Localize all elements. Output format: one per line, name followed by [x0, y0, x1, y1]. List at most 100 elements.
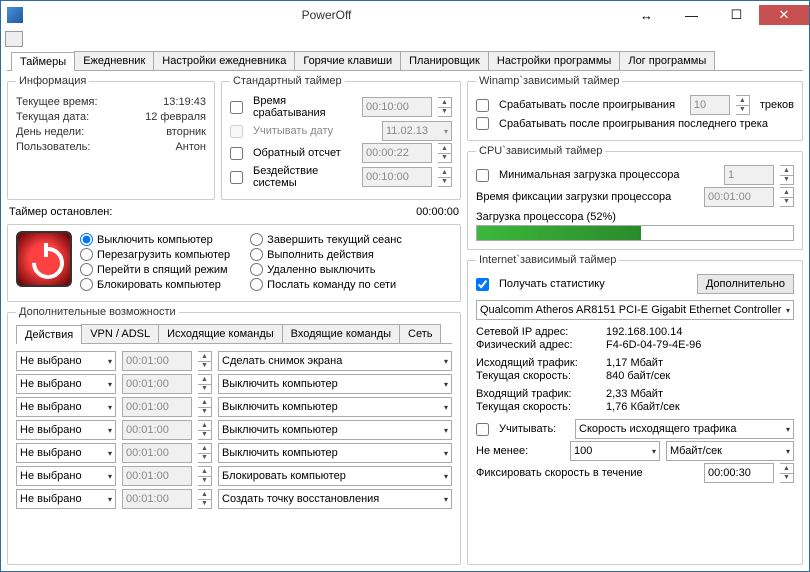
action-action-3[interactable]: Выключить компьютер▾: [218, 420, 452, 440]
action-time-0[interactable]: 00:01:00: [122, 351, 192, 371]
action-sel-2[interactable]: Не выбрано▾: [16, 397, 116, 417]
idle-spinner[interactable]: ▲▼: [438, 167, 452, 187]
close-button[interactable]: ✕: [759, 5, 809, 25]
out-label: Исходящий трафик:: [476, 357, 606, 369]
trigger-checkbox[interactable]: [230, 101, 243, 114]
radio-send-net[interactable]: Послать команду по сети: [250, 278, 402, 291]
atleast-unit-combo[interactable]: Мбайт/сек▾: [666, 441, 794, 461]
tab-log[interactable]: Лог программы: [619, 51, 715, 70]
tab-hotkeys[interactable]: Горячие клавиши: [294, 51, 401, 70]
action-spinner-3[interactable]: ▲▼: [198, 420, 212, 440]
titlebar: PowerOff ↔ — ☐ ✕: [1, 1, 809, 29]
radio-lock[interactable]: Блокировать компьютер: [80, 278, 230, 291]
action-time-3[interactable]: 00:01:00: [122, 420, 192, 440]
radio-restart[interactable]: Перезагрузить компьютер: [80, 248, 230, 261]
menubar: [1, 29, 809, 49]
tracks-input[interactable]: 10: [690, 95, 730, 115]
action-time-5[interactable]: 00:01:00: [122, 466, 192, 486]
countdown-checkbox[interactable]: [230, 147, 243, 160]
date-value: 12 февраля: [145, 111, 206, 123]
action-action-6[interactable]: Создать точку восстановления▾: [218, 489, 452, 509]
countdown-spinner[interactable]: ▲▼: [438, 143, 452, 163]
winamp-last-label: Срабатывать после проигрывания последнег…: [499, 118, 768, 130]
additional-legend: Дополнительные возможности: [16, 306, 179, 318]
tracks-spinner[interactable]: ▲▼: [736, 95, 750, 115]
action-sel-6[interactable]: Не выбрано▾: [16, 489, 116, 509]
subtab-vpn[interactable]: VPN / ADSL: [81, 324, 159, 343]
action-time-6[interactable]: 00:01:00: [122, 489, 192, 509]
help-button[interactable]: ↔: [624, 5, 669, 25]
cpu-group: CPU`зависимый таймер Минимальная загрузк…: [467, 145, 803, 250]
cpu-min-input[interactable]: 1: [724, 165, 774, 185]
in-value: 2,33 Мбайт: [606, 388, 663, 400]
radio-shutdown[interactable]: Выключить компьютер: [80, 233, 230, 246]
cpu-min-spinner[interactable]: ▲▼: [780, 165, 794, 185]
action-spinner-4[interactable]: ▲▼: [198, 443, 212, 463]
maximize-button[interactable]: ☐: [714, 5, 759, 25]
user-label: Пользователь:: [16, 141, 90, 153]
fix-speed-input[interactable]: 00:00:30: [704, 463, 774, 483]
time-value: 13:19:43: [163, 96, 206, 108]
date-consider-label: Учитывать дату: [253, 125, 376, 137]
date-label: Текущая дата:: [16, 111, 89, 123]
minimize-button[interactable]: —: [669, 5, 714, 25]
more-button[interactable]: Дополнительно: [697, 274, 794, 294]
consider-checkbox[interactable]: [476, 423, 489, 436]
action-spinner-2[interactable]: ▲▼: [198, 397, 212, 417]
consider-combo[interactable]: Скорость исходящего трафика▾: [575, 419, 794, 439]
fix-speed-spinner[interactable]: ▲▼: [780, 463, 794, 483]
action-time-1[interactable]: 00:01:00: [122, 374, 192, 394]
tab-timers[interactable]: Таймеры: [11, 52, 75, 71]
action-time-4[interactable]: 00:01:00: [122, 443, 192, 463]
cpu-min-checkbox[interactable]: [476, 169, 489, 182]
tab-program-settings[interactable]: Настройки программы: [488, 51, 620, 70]
radio-remote-off[interactable]: Удаленно выключить: [250, 263, 402, 276]
subtab-net[interactable]: Сеть: [399, 324, 441, 343]
action-action-0[interactable]: Сделать снимок экрана▾: [218, 351, 452, 371]
action-sel-4[interactable]: Не выбрано▾: [16, 443, 116, 463]
adapter-combo[interactable]: Qualcomm Atheros AR8151 PCI-E Gigabit Et…: [476, 300, 794, 320]
tab-daily[interactable]: Ежедневник: [74, 51, 154, 70]
radio-logoff[interactable]: Завершить текущий сеанс: [250, 233, 402, 246]
action-sel-1[interactable]: Не выбрано▾: [16, 374, 116, 394]
stopped-label: Таймер остановлен:: [9, 206, 410, 218]
action-action-5[interactable]: Блокировать компьютер▾: [218, 466, 452, 486]
action-sel-5[interactable]: Не выбрано▾: [16, 466, 116, 486]
radio-run-actions[interactable]: Выполнить действия: [250, 248, 402, 261]
action-action-4[interactable]: Выключить компьютер▾: [218, 443, 452, 463]
action-spinner-5[interactable]: ▲▼: [198, 466, 212, 486]
winamp-after-label: Срабатывать после проигрывания: [499, 99, 684, 111]
countdown-time[interactable]: 00:00:22: [362, 143, 432, 163]
trigger-time[interactable]: 00:10:00: [362, 97, 432, 117]
atleast-combo[interactable]: 100▾: [570, 441, 660, 461]
subtab-actions[interactable]: Действия: [16, 325, 82, 344]
cpu-fix-spinner[interactable]: ▲▼: [780, 187, 794, 207]
action-spinner-1[interactable]: ▲▼: [198, 374, 212, 394]
additional-group: Дополнительные возможности Действия VPN …: [7, 306, 461, 565]
subtab-in-cmd[interactable]: Входящие команды: [282, 324, 400, 343]
action-action-2[interactable]: Выключить компьютер▾: [218, 397, 452, 417]
idle-checkbox[interactable]: [230, 171, 243, 184]
date-picker[interactable]: 11.02.13▾: [382, 121, 452, 141]
tab-daily-settings[interactable]: Настройки ежедневника: [153, 51, 295, 70]
radio-sleep[interactable]: Перейти в спящий режим: [80, 263, 230, 276]
time-label: Текущее время:: [16, 96, 98, 108]
winamp-last-checkbox[interactable]: [476, 117, 489, 130]
stats-checkbox[interactable]: [476, 278, 489, 291]
action-action-1[interactable]: Выключить компьютер▾: [218, 374, 452, 394]
menu-icon[interactable]: [5, 31, 23, 47]
action-time-2[interactable]: 00:01:00: [122, 397, 192, 417]
trigger-spinner[interactable]: ▲▼: [438, 97, 452, 117]
subtab-out-cmd[interactable]: Исходящие команды: [158, 324, 283, 343]
action-sel-0[interactable]: Не выбрано▾: [16, 351, 116, 371]
tracks-label: треков: [760, 99, 794, 111]
action-sel-3[interactable]: Не выбрано▾: [16, 420, 116, 440]
cpu-fix-label: Время фиксации загрузки процессора: [476, 191, 698, 203]
action-spinner-0[interactable]: ▲▼: [198, 351, 212, 371]
winamp-after-checkbox[interactable]: [476, 99, 489, 112]
sub-tabs: Действия VPN / ADSL Исходящие команды Вх…: [16, 324, 452, 344]
action-spinner-6[interactable]: ▲▼: [198, 489, 212, 509]
tab-scheduler[interactable]: Планировщик: [400, 51, 489, 70]
idle-time[interactable]: 00:10:00: [362, 167, 432, 187]
cpu-fix-input[interactable]: 00:01:00: [704, 187, 774, 207]
